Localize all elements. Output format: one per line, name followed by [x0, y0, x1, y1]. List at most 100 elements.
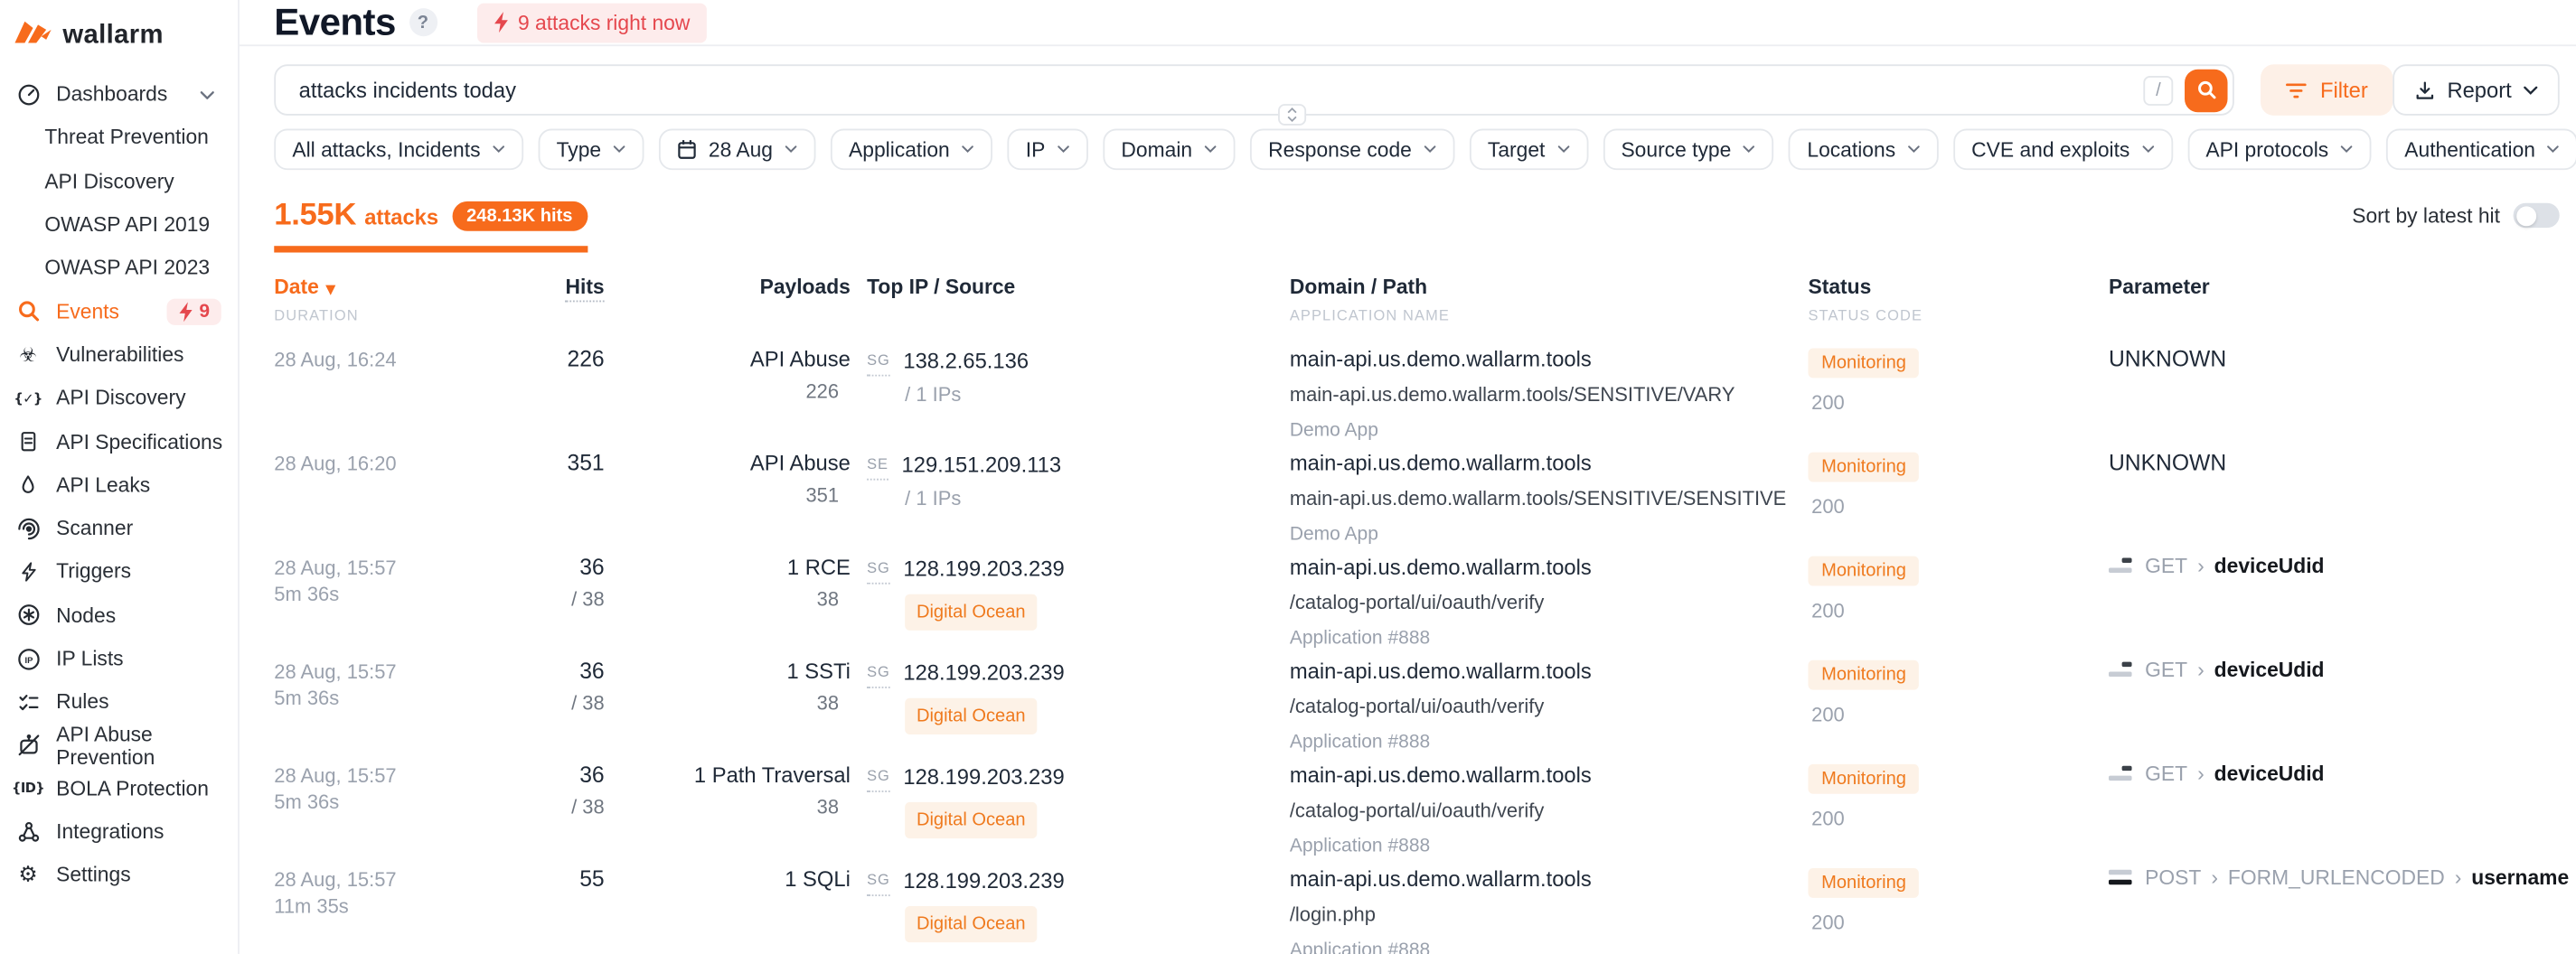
payload-count: 226	[605, 377, 839, 403]
filter-chip-response-code[interactable]: Response code	[1250, 129, 1454, 171]
column-header-date[interactable]: Date▼ DURATION	[274, 275, 563, 323]
search-expand-handle[interactable]	[1278, 104, 1306, 126]
share-nodes-icon	[14, 818, 41, 845]
table-row[interactable]: 28 Aug, 16:20 351 API Abuse351 SE129.151…	[274, 444, 2559, 547]
filter-chip-source-type[interactable]: Source type	[1603, 129, 1773, 171]
page-title: Events	[274, 0, 396, 44]
bot-off-icon	[14, 732, 41, 758]
column-header-hits[interactable]: Hits	[563, 275, 605, 323]
report-button[interactable]: Report	[2393, 64, 2560, 116]
path: /catalog-portal/ui/oauth/verify	[1290, 692, 1809, 718]
filter-chip-authentication[interactable]: Authentication	[2386, 129, 2576, 171]
event-hits: 36/ 38	[563, 554, 605, 651]
table-row[interactable]: 28 Aug, 15:575m 36s 36/ 38 1 Path Traver…	[274, 755, 2559, 859]
column-header-domain: Domain / Path APPLICATION NAME	[1290, 275, 1809, 323]
gear-icon: ⚙	[14, 863, 41, 889]
sidebar-item-vulnerabilities[interactable]: ☣ Vulnerabilities	[0, 333, 238, 377]
event-source: SG128.199.203.239 Digital Ocean	[851, 554, 1290, 651]
event-domain: main-api.us.demo.wallarm.tools /catalog-…	[1290, 762, 1809, 859]
chevron-separator: ›	[2211, 865, 2218, 889]
droplet-icon	[14, 472, 41, 498]
filter-chip-application[interactable]: Application	[831, 129, 992, 171]
sidebar-item-integrations[interactable]: Integrations	[0, 810, 238, 854]
checklist-icon	[14, 688, 41, 715]
filter-chip-type[interactable]: Type	[538, 129, 644, 171]
country-code: SG	[867, 346, 890, 376]
sidebar-item-settings[interactable]: ⚙ Settings	[0, 854, 238, 897]
source-ip: 129.151.209.113	[902, 452, 1062, 478]
search-button[interactable]	[2185, 69, 2228, 112]
sidebar-item-nodes[interactable]: Nodes	[0, 594, 238, 637]
brand-name: wallarm	[62, 22, 163, 51]
dashboard-icon	[14, 81, 41, 108]
filter-chip-api-protocols[interactable]: API protocols	[2187, 129, 2371, 171]
query-param-icon	[2109, 662, 2132, 677]
wallarm-logo[interactable]: wallarm	[0, 16, 238, 56]
sidebar-item-api-abuse-prevention[interactable]: API Abuse Prevention	[0, 724, 238, 767]
event-hits: 351	[563, 450, 605, 547]
table-row[interactable]: 28 Aug, 16:24 226 API Abuse226 SG138.2.6…	[274, 339, 2559, 443]
sidebar-item-threat-prevention[interactable]: Threat Prevention	[0, 116, 238, 159]
table-row[interactable]: 28 Aug, 15:5711m 35s 55 1 SQLi SG128.199…	[274, 859, 2559, 954]
sidebar-item-events[interactable]: Events 9	[0, 290, 238, 333]
filter-chip-date[interactable]: 28 Aug	[659, 129, 815, 171]
sidebar-item-ip-lists[interactable]: IP IP Lists	[0, 637, 238, 680]
filter-chip-target[interactable]: Target	[1470, 129, 1588, 171]
sidebar-item-bola-protection[interactable]: {ID} BOLA Protection	[0, 767, 238, 810]
sidebar-item-triggers[interactable]: Triggers	[0, 550, 238, 594]
wallarm-logo-icon	[14, 18, 52, 54]
sidebar-item-label: Nodes	[56, 603, 116, 627]
sidebar-item-api-discovery[interactable]: {✓} API Discovery	[0, 377, 238, 420]
ip-count: / 1 IPs	[905, 380, 1290, 407]
sidebar-item-owasp-api-2023[interactable]: OWASP API 2023	[0, 247, 238, 290]
events-table: Date▼ DURATION Hits Payloads Top IP / So…	[274, 275, 2559, 954]
help-icon[interactable]: ?	[409, 8, 437, 36]
filter-button[interactable]: Filter	[2261, 64, 2393, 116]
event-source: SG128.199.203.239 Digital Ocean	[851, 762, 1290, 859]
sidebar-item-owasp-api-2019[interactable]: OWASP API 2019	[0, 203, 238, 247]
event-parameter: POST›FORM_URLENCODED›username	[2109, 865, 2569, 954]
filter-chip-ip[interactable]: IP	[1008, 129, 1088, 171]
filter-chip-locations[interactable]: Locations	[1789, 129, 1938, 171]
hits-pill: 248.13K hits	[452, 201, 588, 231]
event-hits: 226	[563, 346, 605, 444]
domain: main-api.us.demo.wallarm.tools	[1290, 450, 1809, 476]
chevron-separator: ›	[2197, 762, 2205, 785]
chevron-down-icon	[200, 83, 214, 107]
sidebar-item-label: BOLA Protection	[56, 777, 209, 800]
payload-count: 351	[605, 482, 839, 508]
sidebar-item-api-leaks[interactable]: API Leaks	[0, 463, 238, 507]
payload-count: 38	[605, 585, 839, 612]
filter-chip-mode[interactable]: All attacks, Incidents	[274, 129, 523, 171]
event-source: SG128.199.203.239 Digital Ocean	[851, 865, 1290, 954]
sidebar-item-api-specifications[interactable]: API Specifications	[0, 420, 238, 463]
source-ip: 128.199.203.239	[903, 659, 1064, 686]
event-duration: 5m 36s	[274, 684, 563, 710]
sidebar-item-api-discovery-dash[interactable]: API Discovery	[0, 159, 238, 202]
event-date: 28 Aug, 15:575m 36s	[274, 554, 563, 651]
application-name: Application #888	[1290, 729, 1809, 755]
column-subheader-application: APPLICATION NAME	[1290, 306, 1809, 323]
table-row[interactable]: 28 Aug, 15:575m 36s 36/ 38 1 SSTi38 SG12…	[274, 651, 2559, 755]
filter-chip-cve[interactable]: CVE and exploits	[1953, 129, 2173, 171]
sidebar-item-rules[interactable]: Rules	[0, 680, 238, 724]
filter-chip-domain[interactable]: Domain	[1103, 129, 1235, 171]
sidebar-item-dashboards[interactable]: Dashboards	[0, 72, 238, 116]
attacks-now-badge[interactable]: 9 attacks right now	[476, 3, 706, 42]
application-name: Application #888	[1290, 937, 1809, 954]
search-input[interactable]	[296, 76, 2143, 104]
sidebar-item-label: API Discovery	[56, 387, 185, 410]
sort-toggle[interactable]	[2514, 203, 2560, 228]
source-ip: 128.199.203.239	[903, 556, 1064, 582]
application-name: Demo App	[1290, 520, 1809, 547]
table-row[interactable]: 28 Aug, 15:575m 36s 36/ 38 1 RCE38 SG128…	[274, 547, 2559, 651]
page-header: Events ? 9 attacks right now	[240, 0, 2576, 46]
tab-attacks[interactable]: 1.55K attacks 248.13K hits	[274, 198, 588, 251]
provider-badge: Digital Ocean	[905, 905, 1037, 941]
event-source: SG138.2.65.136 / 1 IPs	[851, 346, 1290, 444]
sidebar-item-scanner[interactable]: Scanner	[0, 507, 238, 550]
event-hits: 36/ 38	[563, 658, 605, 755]
column-header-parameter: Parameter	[2109, 275, 2560, 323]
application-name: Demo App	[1290, 416, 1809, 443]
event-status: Monitoring 200	[1808, 450, 2109, 547]
